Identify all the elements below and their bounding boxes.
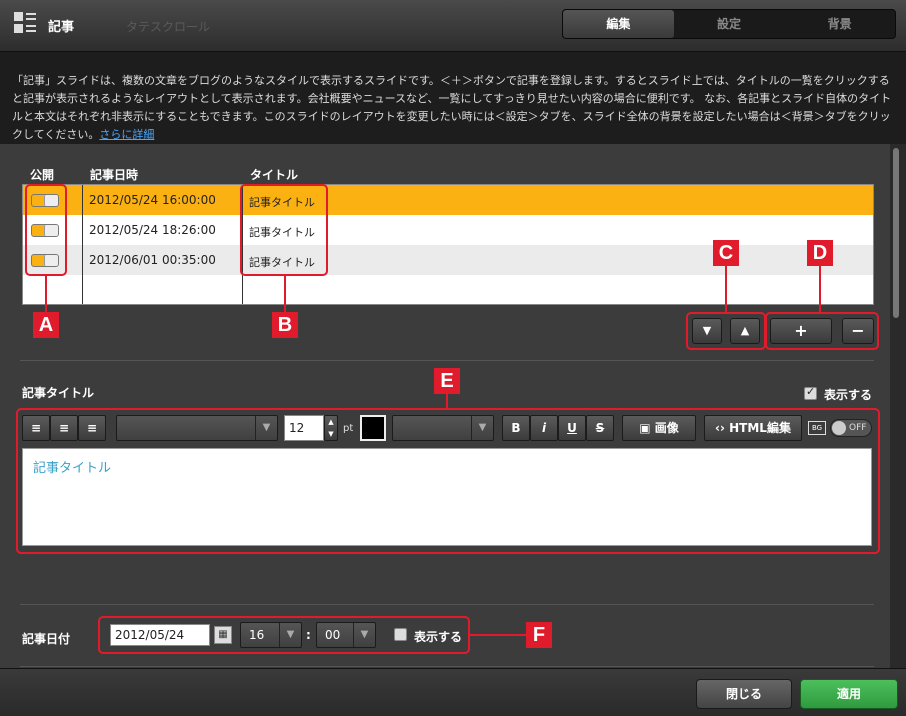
add-article-button[interactable]: + [770, 318, 832, 344]
chevron-down-icon: ▼ [353, 623, 375, 647]
font-size-stepper[interactable]: ▲ ▼ [324, 415, 338, 441]
column-divider [82, 185, 83, 304]
title-show-label: 表示する [824, 388, 873, 402]
apply-button[interactable]: 適用 [800, 679, 898, 709]
strikethrough-button[interactable]: S [586, 415, 614, 441]
remove-article-button[interactable]: − [842, 318, 874, 344]
scrollbar-thumb[interactable] [893, 148, 899, 318]
hour-select[interactable]: 16 ▼ [240, 622, 302, 648]
callout-f-badge: F [526, 622, 552, 648]
chevron-down-icon: ▼ [255, 416, 277, 440]
section-divider [20, 666, 874, 667]
callout-e-leader [446, 394, 448, 408]
callout-b-leader [284, 276, 286, 312]
align-center-button[interactable]: ≡ [50, 415, 78, 441]
main-panel: 公開 記事日時 タイトル 2012/05/24 16:00:00 記事タイトル … [0, 144, 890, 668]
code-icon: ‹› [715, 421, 725, 435]
tab-background[interactable]: 背景 [784, 10, 895, 38]
callout-a-badge: A [33, 312, 59, 338]
header-bar: 記事 タテスクロール 編集 設定 背景 [0, 0, 906, 52]
format-select[interactable]: ▼ [392, 415, 494, 441]
image-icon: ▣ [639, 421, 651, 435]
description-panel: 「記事」スライドは、複数の文章をブログのようなスタイルで表示するスライドです。＜… [0, 52, 906, 144]
callout-b-highlight [240, 184, 328, 276]
title-content-area[interactable]: 記事タイトル [22, 448, 872, 546]
title-content-text: 記事タイトル [33, 461, 112, 476]
table-row[interactable]: 2012/05/24 18:26:00 記事タイトル [23, 215, 873, 245]
bg-toggle[interactable]: OFF [830, 419, 872, 437]
align-left-button[interactable]: ≡ [22, 415, 50, 441]
chevron-down-icon: ▼ [471, 416, 493, 440]
font-size-unit: pt [343, 423, 354, 434]
close-button[interactable]: 閉じる [696, 679, 792, 709]
bg-icon: BG [808, 421, 826, 435]
minute-select[interactable]: 00 ▼ [316, 622, 376, 648]
tab-edit[interactable]: 編集 [563, 10, 674, 38]
move-up-button[interactable]: ▲ [730, 318, 760, 344]
date-show-checkbox[interactable] [394, 628, 407, 641]
tab-bar: 編集 設定 背景 [562, 9, 896, 39]
section-divider [20, 604, 874, 605]
table-row[interactable]: 2012/05/24 16:00:00 記事タイトル [23, 185, 873, 215]
calendar-icon[interactable]: ▦ [214, 626, 232, 644]
chevron-down-icon: ▼ [279, 623, 301, 647]
callout-a-leader [45, 276, 47, 312]
column-header-title: タイトル [250, 168, 299, 182]
text-color-picker[interactable] [360, 415, 386, 441]
column-header-date: 記事日時 [90, 168, 139, 182]
table-row[interactable]: 2012/06/01 00:35:00 記事タイトル [23, 245, 873, 275]
column-header-published: 公開 [30, 168, 55, 182]
rich-text-editor: ≡ ≡ ≡ ▼ 12 ▲ ▼ pt ▼ B i U S ▣ 画像 ‹› HTML編… [16, 408, 880, 554]
bold-button[interactable]: B [502, 415, 530, 441]
date-input[interactable]: 2012/05/24 [110, 624, 210, 646]
page-title: 記事 [48, 20, 75, 35]
callout-b-badge: B [272, 312, 298, 338]
row-date: 2012/05/24 18:26:00 [89, 223, 216, 237]
more-details-link[interactable]: さらに詳細 [99, 128, 154, 141]
italic-button[interactable]: i [530, 415, 558, 441]
article-list-icon [14, 12, 36, 34]
font-family-select[interactable]: ▼ [116, 415, 278, 441]
title-show-checkbox[interactable]: ✓ [804, 385, 817, 400]
underline-button[interactable]: U [558, 415, 586, 441]
background-ghost-text: タテスクロール [126, 20, 211, 34]
callout-c-badge: C [713, 240, 739, 266]
move-down-button[interactable]: ▼ [692, 318, 722, 344]
article-title-label: 記事タイトル [22, 386, 95, 400]
callout-d-badge: D [807, 240, 833, 266]
time-separator: : [306, 628, 311, 642]
row-date: 2012/06/01 00:35:00 [89, 253, 216, 267]
callout-d-leader [819, 264, 821, 312]
callout-e-badge: E [434, 368, 460, 394]
html-edit-button[interactable]: ‹› HTML編集 [704, 415, 802, 441]
callout-a-highlight [25, 184, 67, 276]
insert-image-button[interactable]: ▣ 画像 [622, 415, 696, 441]
font-size-input[interactable]: 12 [284, 415, 324, 441]
tab-settings[interactable]: 設定 [674, 10, 785, 38]
callout-c-leader [725, 264, 727, 312]
date-show-label: 表示する [414, 630, 463, 644]
section-divider [20, 360, 874, 361]
footer-bar: 閉じる 適用 [0, 668, 906, 716]
article-date-label: 記事日付 [22, 632, 71, 646]
callout-f-leader [470, 634, 526, 636]
article-table: 2012/05/24 16:00:00 記事タイトル 2012/05/24 18… [22, 184, 874, 305]
align-right-button[interactable]: ≡ [78, 415, 106, 441]
row-date: 2012/05/24 16:00:00 [89, 193, 216, 207]
